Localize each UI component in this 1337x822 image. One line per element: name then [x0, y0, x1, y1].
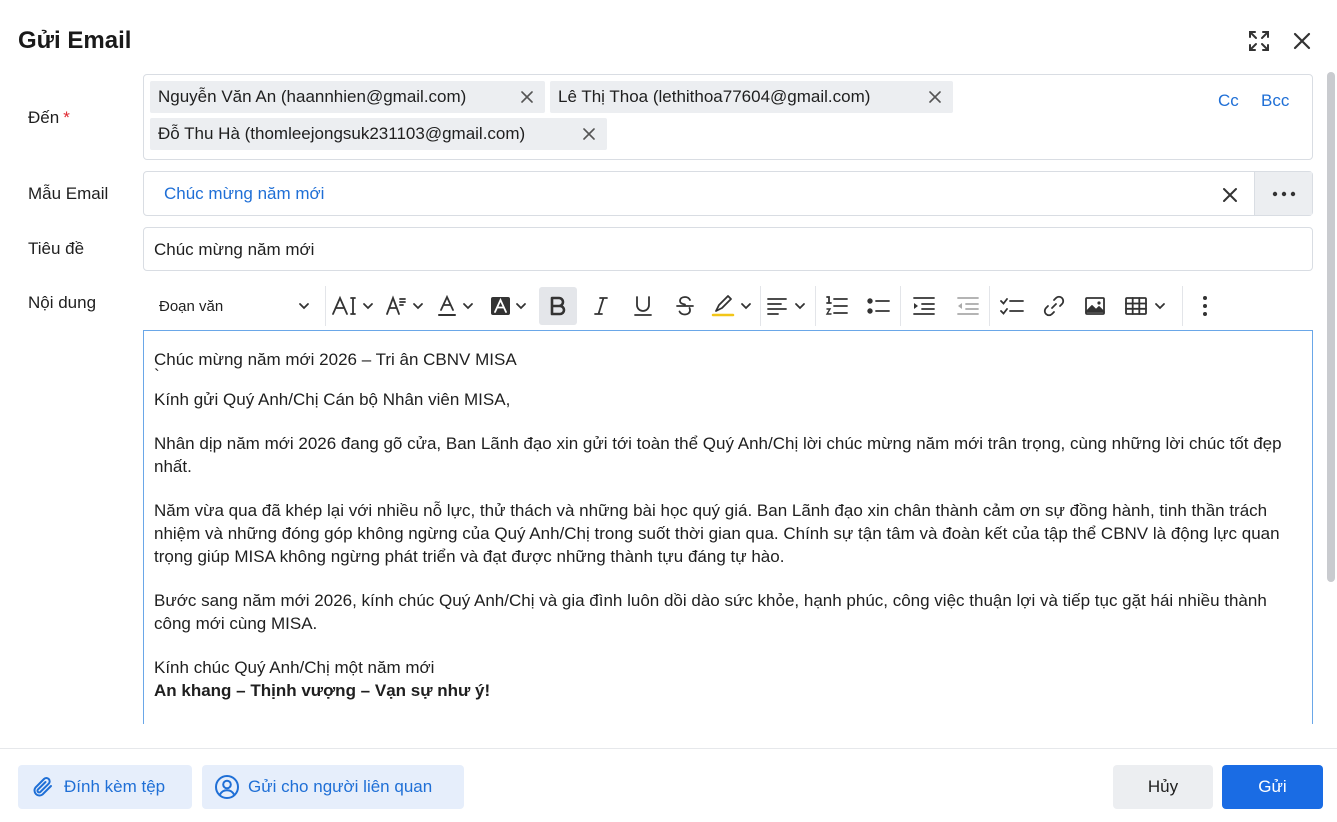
text-color-button[interactable]	[430, 282, 484, 330]
outdent-button[interactable]	[947, 282, 989, 330]
bold-button[interactable]	[539, 287, 577, 325]
image-button[interactable]	[1074, 282, 1116, 330]
image-icon	[1085, 297, 1105, 315]
paperclip-icon	[30, 774, 56, 800]
to-label: Đến *	[28, 108, 70, 127]
remove-recipient-button[interactable]	[579, 124, 599, 144]
paragraph-style-value: Đoạn văn	[159, 297, 224, 315]
expand-icon	[1249, 31, 1269, 51]
chevron-down-icon	[299, 303, 309, 310]
body-greeting: Kính gửi Quý Anh/Chị Cán bộ Nhân viên MI…	[154, 390, 511, 409]
expand-button[interactable]	[1246, 28, 1272, 54]
strikethrough-icon	[676, 296, 694, 316]
underline-button[interactable]	[622, 282, 664, 330]
more-horizontal-icon	[1272, 191, 1295, 196]
recipient-chip: Lê Thị Thoa (lethithoa77604@gmail.com)	[550, 81, 953, 113]
body-paragraph: Nhân dịp năm mới 2026 đang gõ cửa, Ban L…	[154, 434, 1282, 476]
highlighter-icon	[711, 295, 751, 317]
dialog-scrollbar[interactable]	[1327, 72, 1335, 582]
body-closing: Kính chúc Quý Anh/Chị một năm mới	[154, 658, 435, 677]
italic-button[interactable]	[580, 282, 622, 330]
template-label: Mẫu Email	[28, 184, 109, 203]
body-heading: Chúc mừng năm mới 2026 – Tri ân CBNV MIS…	[154, 350, 517, 369]
close-icon	[929, 91, 941, 103]
recipient-chip: Đỗ Thu Hà (thomleejongsuk231103@gmail.co…	[150, 118, 607, 150]
editor-toolbar: Đoạn văn	[143, 282, 1313, 330]
body-paragraph: Năm vừa qua đã khép lại với nhiều nỗ lực…	[154, 501, 1280, 566]
font-size-button[interactable]	[326, 282, 382, 330]
recipients-field[interactable]: Nguyễn Văn An (haannhien@gmail.com) Lê T…	[143, 74, 1313, 160]
italic-icon	[594, 297, 608, 315]
content-label: Nội dung	[28, 293, 97, 312]
send-to-related-label: Gửi cho người liên quan	[248, 777, 433, 796]
dialog-title: Gửi Email	[18, 27, 132, 54]
send-button[interactable]: Gửi	[1222, 765, 1323, 809]
recipient-name: Nguyễn Văn An (haannhien@gmail.com)	[158, 87, 467, 106]
send-email-dialog: Gửi Email Đến * Mẫu Email Tiêu đề Nội dun…	[0, 0, 1337, 822]
outdent-icon	[957, 297, 979, 315]
template-value: Chúc mừng năm mới	[164, 184, 325, 203]
template-more-button[interactable]	[1254, 172, 1312, 215]
recipient-name: Lê Thị Thoa (lethithoa77604@gmail.com)	[558, 87, 871, 106]
user-circle-icon	[214, 774, 240, 800]
numbered-list-icon	[825, 296, 848, 315]
link-icon	[1043, 295, 1065, 317]
email-body-editor[interactable]: Chúc mừng năm mới 2026 – Tri ân CBNV MIS…	[143, 330, 1313, 724]
highlight-button[interactable]	[706, 282, 760, 330]
subject-label: Tiêu đề	[28, 239, 85, 258]
numbered-list-button[interactable]	[816, 282, 858, 330]
close-icon	[583, 128, 595, 140]
align-button[interactable]	[761, 282, 815, 330]
close-icon	[521, 91, 533, 103]
more-options-button[interactable]	[1183, 282, 1227, 330]
close-icon	[1293, 32, 1311, 50]
body-closing-bold: An khang – Thịnh vượng – Vạn sự như ý!	[154, 681, 491, 700]
recipient-name: Đỗ Thu Hà (thomleejongsuk231103@gmail.co…	[158, 124, 526, 143]
bullet-list-icon	[867, 298, 890, 314]
align-left-icon	[767, 298, 805, 315]
indent-icon	[913, 297, 935, 315]
font-style-button[interactable]	[382, 282, 430, 330]
background-color-button[interactable]	[484, 282, 536, 330]
recipient-chip: Nguyễn Văn An (haannhien@gmail.com)	[150, 81, 545, 113]
checklist-button[interactable]	[990, 282, 1034, 330]
close-button[interactable]	[1289, 28, 1315, 54]
font-family-icon	[386, 295, 423, 315]
table-button[interactable]	[1116, 282, 1176, 330]
close-icon	[1223, 188, 1237, 202]
paragraph-style-select[interactable]: Đoạn văn	[143, 282, 325, 330]
cancel-button[interactable]: Hủy	[1113, 765, 1213, 809]
link-button[interactable]	[1034, 282, 1074, 330]
remove-recipient-button[interactable]	[925, 87, 945, 107]
body-stray-char: `	[154, 366, 160, 385]
dialog-footer: Đính kèm tệp Gửi cho người liên quan Hủy…	[0, 748, 1337, 822]
checklist-icon	[1000, 298, 1024, 315]
required-mark: *	[63, 108, 70, 127]
bullet-list-button[interactable]	[858, 282, 900, 330]
remove-recipient-button[interactable]	[517, 87, 537, 107]
underline-icon	[634, 296, 652, 316]
subject-input[interactable]: Chúc mừng năm mới	[143, 227, 1313, 271]
strikethrough-button[interactable]	[664, 282, 706, 330]
send-to-related-button[interactable]: Gửi cho người liên quan	[202, 765, 464, 809]
body-paragraph: Bước sang năm mới 2026, kính chúc Quý An…	[154, 591, 1267, 633]
text-color-icon	[438, 295, 473, 316]
bold-icon	[550, 296, 566, 316]
background-color-icon	[491, 297, 526, 315]
table-icon	[1125, 297, 1165, 315]
bcc-link[interactable]: Bcc	[1261, 91, 1289, 111]
cc-link[interactable]: Cc	[1218, 91, 1239, 111]
template-select[interactable]: Chúc mừng năm mới	[143, 171, 1313, 216]
attach-file-label: Đính kèm tệp	[64, 777, 166, 796]
indent-button[interactable]	[901, 282, 947, 330]
clear-template-button[interactable]	[1218, 183, 1242, 207]
more-vertical-icon	[1203, 296, 1207, 316]
attach-file-button[interactable]: Đính kèm tệp	[18, 765, 192, 809]
font-size-icon	[332, 295, 373, 315]
